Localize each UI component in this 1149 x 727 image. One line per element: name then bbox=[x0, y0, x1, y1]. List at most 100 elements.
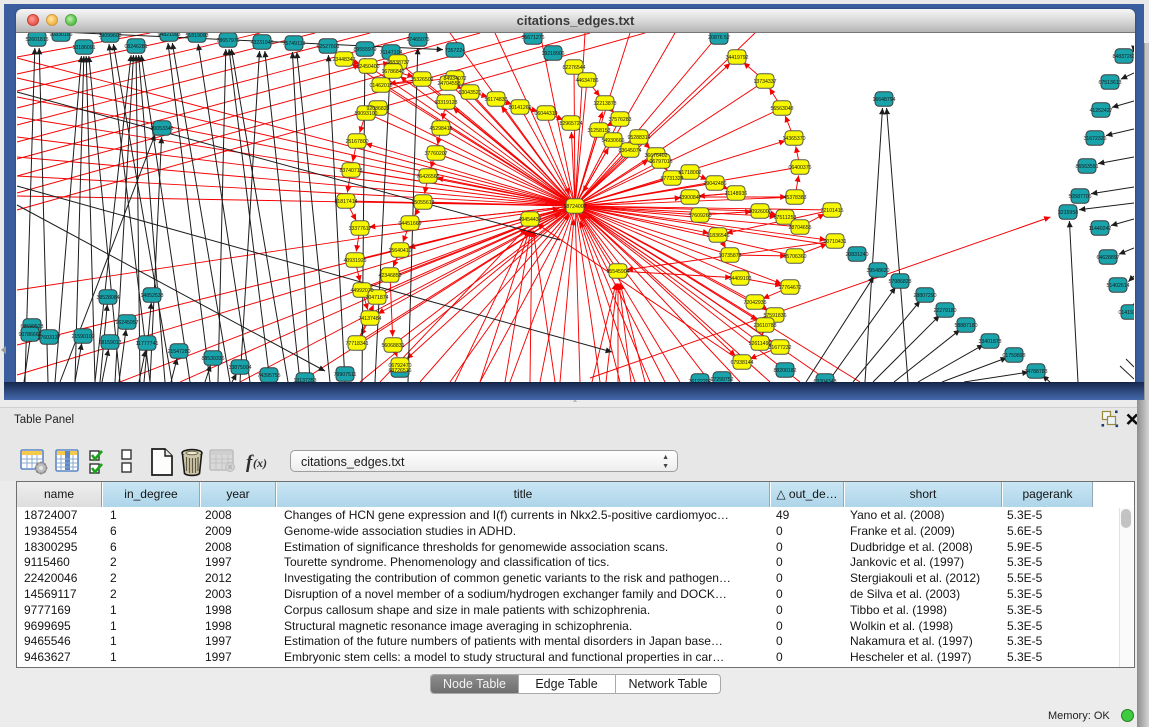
svg-text:64628897: 64628897 bbox=[1096, 255, 1119, 261]
svg-text:70471874: 70471874 bbox=[365, 295, 388, 301]
svg-text:82276544: 82276544 bbox=[562, 65, 585, 71]
svg-text:51402614: 51402614 bbox=[1106, 283, 1129, 289]
svg-text:06044319: 06044319 bbox=[534, 111, 557, 117]
svg-text:75749118: 75749118 bbox=[283, 41, 306, 47]
svg-text:08838737: 08838737 bbox=[386, 60, 409, 66]
svg-text:11148936: 11148936 bbox=[725, 191, 747, 197]
svg-text:01462016: 01462016 bbox=[369, 83, 392, 89]
svg-text:10735873: 10735873 bbox=[718, 253, 741, 259]
svg-text:23448347: 23448347 bbox=[332, 57, 355, 63]
svg-text:15640410: 15640410 bbox=[388, 248, 411, 254]
svg-text:74395755: 74395755 bbox=[257, 373, 280, 379]
svg-text:97465075: 97465075 bbox=[406, 37, 429, 43]
svg-text:15055613: 15055613 bbox=[411, 200, 434, 206]
svg-text:88200182: 88200182 bbox=[773, 368, 796, 374]
svg-text:17603137: 17603137 bbox=[37, 335, 60, 341]
svg-text:7357224: 7357224 bbox=[445, 48, 465, 54]
svg-text:90830166: 90830166 bbox=[49, 33, 72, 38]
svg-text:68599528: 68599528 bbox=[20, 324, 43, 330]
svg-text:72101415: 72101415 bbox=[820, 208, 843, 214]
svg-text:82450400: 82450400 bbox=[356, 64, 379, 70]
svg-text:50587706: 50587706 bbox=[1068, 194, 1091, 200]
svg-text:49454437: 49454437 bbox=[518, 217, 541, 223]
svg-text:37760207: 37760207 bbox=[424, 151, 447, 157]
svg-text:14852538: 14852538 bbox=[140, 293, 163, 299]
svg-text:52601815: 52601815 bbox=[25, 37, 48, 43]
svg-text:20876 52: 20876 52 bbox=[708, 35, 730, 41]
svg-text:51819093: 51819093 bbox=[185, 33, 208, 39]
svg-text:57986828: 57986828 bbox=[888, 279, 911, 285]
svg-text:22279180: 22279180 bbox=[933, 308, 956, 314]
svg-text:78657975: 78657975 bbox=[216, 38, 239, 44]
svg-text:44634786: 44634786 bbox=[575, 78, 598, 84]
svg-text:56068831: 56068831 bbox=[381, 343, 404, 349]
svg-text:13137353: 13137353 bbox=[293, 378, 316, 382]
svg-text:13186091: 13186091 bbox=[72, 45, 95, 51]
svg-text:04451669: 04451669 bbox=[398, 221, 421, 227]
svg-text:13734337: 13734337 bbox=[753, 79, 776, 85]
svg-text:96245957: 96245957 bbox=[115, 320, 138, 326]
svg-text:67513613: 67513613 bbox=[1098, 80, 1121, 86]
svg-text:71147104: 71147104 bbox=[380, 50, 403, 56]
svg-text:19218906: 19218906 bbox=[541, 51, 564, 57]
svg-text:23610788: 23610788 bbox=[753, 323, 776, 329]
svg-text:20831240: 20831240 bbox=[845, 252, 868, 258]
svg-text:89555979: 89555979 bbox=[353, 47, 376, 53]
svg-text:39099603: 39099603 bbox=[98, 33, 121, 39]
svg-text:34788783: 34788783 bbox=[1024, 369, 1047, 375]
svg-text:41252427: 41252427 bbox=[1089, 108, 1112, 114]
svg-text:06400376: 06400376 bbox=[788, 165, 811, 171]
svg-text:95545904: 95545904 bbox=[606, 269, 629, 275]
svg-text:97299752: 97299752 bbox=[710, 377, 733, 382]
svg-text:55706360: 55706360 bbox=[783, 254, 806, 260]
svg-text:76122202: 76122202 bbox=[688, 379, 711, 382]
svg-text:43231948: 43231948 bbox=[250, 40, 273, 46]
svg-text:25167800: 25167800 bbox=[345, 139, 368, 145]
svg-text:36671276: 36671276 bbox=[521, 35, 544, 41]
svg-text:63319128: 63319128 bbox=[434, 100, 457, 106]
svg-text:33377617: 33377617 bbox=[348, 226, 371, 232]
svg-text:01419314: 01419314 bbox=[1118, 310, 1134, 316]
svg-text:14365370: 14365370 bbox=[782, 136, 805, 142]
svg-text:39042486: 39042486 bbox=[703, 181, 726, 187]
svg-text:28704655: 28704655 bbox=[788, 225, 811, 231]
svg-text:(x): (x) bbox=[253, 456, 267, 470]
svg-text:84837261: 84837261 bbox=[1112, 54, 1134, 60]
svg-text:53043520: 53043520 bbox=[458, 90, 481, 96]
svg-text:95288314: 95288314 bbox=[627, 135, 650, 141]
svg-text:67938144: 67938144 bbox=[730, 360, 753, 366]
svg-text:45298415: 45298415 bbox=[429, 126, 452, 132]
svg-text:39548620: 39548620 bbox=[866, 268, 889, 274]
svg-text:28159013: 28159013 bbox=[98, 340, 121, 346]
svg-text:44992070: 44992070 bbox=[350, 288, 373, 294]
svg-text:21590109: 21590109 bbox=[71, 334, 94, 340]
svg-text:21547280: 21547280 bbox=[167, 349, 190, 355]
svg-text:37609260: 37609260 bbox=[688, 213, 711, 219]
svg-text:38528084: 38528084 bbox=[96, 295, 119, 301]
svg-text:40931925: 40931925 bbox=[343, 258, 366, 264]
svg-text:17764672: 17764672 bbox=[778, 285, 801, 291]
svg-text:82965724: 82965724 bbox=[559, 121, 582, 127]
svg-text:87731322: 87731322 bbox=[660, 176, 683, 182]
svg-text:20053346: 20053346 bbox=[150, 126, 173, 132]
svg-text:34419792: 34419792 bbox=[725, 55, 748, 61]
svg-text:77718341: 77718341 bbox=[345, 341, 368, 347]
svg-text:28807290: 28807290 bbox=[913, 293, 936, 299]
svg-text:31672326: 31672326 bbox=[1083, 136, 1106, 142]
svg-text:45378383: 45378383 bbox=[783, 195, 806, 201]
svg-text:16648794: 16648794 bbox=[872, 97, 895, 103]
svg-text:11777741: 11777741 bbox=[136, 341, 159, 347]
svg-text:11440242: 11440242 bbox=[1089, 226, 1112, 232]
svg-text:80141269: 80141269 bbox=[508, 105, 531, 111]
svg-text:42346853: 42346853 bbox=[378, 273, 401, 279]
svg-text:12213878: 12213878 bbox=[593, 101, 616, 107]
svg-text:01759898: 01759898 bbox=[1002, 353, 1025, 359]
svg-text:89093100: 89093100 bbox=[354, 111, 377, 117]
svg-text:33875004: 33875004 bbox=[228, 365, 251, 371]
svg-text:56563048: 56563048 bbox=[770, 106, 793, 112]
svg-text:18724007: 18724007 bbox=[563, 204, 586, 210]
svg-text:83740718: 83740718 bbox=[339, 168, 362, 174]
svg-text:54930666: 54930666 bbox=[601, 138, 624, 144]
svg-text:83645074: 83645074 bbox=[618, 148, 641, 154]
svg-text:37576283: 37576283 bbox=[608, 117, 631, 123]
